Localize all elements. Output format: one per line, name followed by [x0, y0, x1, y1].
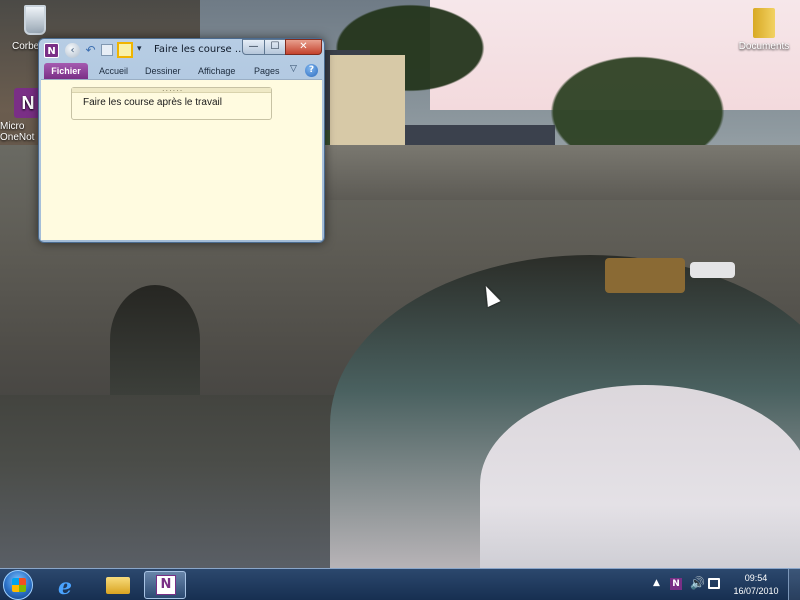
window-title: Faire les course ... [154, 44, 245, 55]
folder-icon [106, 577, 130, 594]
clock-time: 09:54 [744, 573, 768, 583]
clock-date: 16/07/2010 [733, 586, 779, 596]
wallpaper-boat [605, 258, 685, 293]
recycle-bin-icon [24, 5, 46, 35]
start-button[interactable] [3, 570, 33, 600]
tab-dessiner[interactable]: Dessiner [145, 63, 181, 79]
wallpaper-boat-small [690, 262, 735, 278]
onenote-icon: N [156, 575, 176, 595]
onenote-tray-icon[interactable]: N [670, 578, 682, 590]
speaker-icon[interactable]: 🔊 [690, 576, 705, 590]
help-icon[interactable]: ? [305, 64, 318, 77]
taskbar-onenote[interactable]: N [144, 571, 186, 599]
note-page[interactable]: ...... Faire les course après le travail [41, 79, 322, 240]
show-desktop-button[interactable] [788, 569, 800, 600]
internet-explorer-icon: e [58, 574, 72, 600]
onenote-app-icon[interactable]: N [44, 43, 59, 58]
window-titlebar[interactable]: N ‹ ↶ ▾ Faire les course ... — ☐ ✕ [39, 39, 324, 61]
chevron-down-icon[interactable]: ▽ [290, 64, 297, 74]
tab-fichier[interactable]: Fichier [44, 63, 88, 79]
clock[interactable]: 09:54 16/07/2010 [728, 572, 784, 598]
taskbar: e N ▲ N 🔊 09:54 16/07/2010 [0, 568, 800, 600]
wallpaper-small-arch [110, 285, 200, 395]
tab-pages[interactable]: Pages [254, 63, 280, 79]
full-page-view-icon[interactable] [101, 44, 113, 56]
taskbar-windows-explorer[interactable] [96, 571, 138, 599]
undo-icon[interactable]: ↶ [83, 43, 98, 58]
tab-accueil[interactable]: Accueil [99, 63, 128, 79]
show-hidden-icons-icon[interactable]: ▲ [653, 578, 660, 588]
documents-label: Documents [738, 41, 790, 52]
folder-icon [753, 8, 775, 38]
network-icon[interactable] [708, 578, 720, 589]
maximize-button[interactable]: ☐ [264, 39, 286, 55]
wallpaper-bridge-parapet [325, 145, 800, 200]
documents-shortcut[interactable]: Documents [734, 8, 794, 52]
ribbon-tabs: Fichier Accueil Dessiner Affichage Pages… [41, 61, 322, 79]
windows-logo-icon [12, 578, 26, 592]
back-arrow-icon[interactable]: ‹ [65, 43, 80, 58]
note-text[interactable]: Faire les course après le travail [83, 97, 222, 108]
tab-affichage[interactable]: Affichage [198, 63, 235, 79]
customize-toolbar-icon[interactable]: ▾ [137, 44, 142, 54]
note-grip: ...... [162, 84, 184, 93]
onenote-window: N ‹ ↶ ▾ Faire les course ... — ☐ ✕ Fichi… [38, 38, 325, 243]
note-container[interactable]: ...... Faire les course après le travail [71, 84, 272, 120]
note-container-handle[interactable]: ...... [72, 84, 271, 93]
close-button[interactable]: ✕ [285, 39, 322, 55]
minimize-button[interactable]: — [242, 39, 265, 55]
taskbar-internet-explorer[interactable]: e [48, 571, 90, 600]
dock-to-desktop-icon[interactable] [117, 42, 133, 58]
